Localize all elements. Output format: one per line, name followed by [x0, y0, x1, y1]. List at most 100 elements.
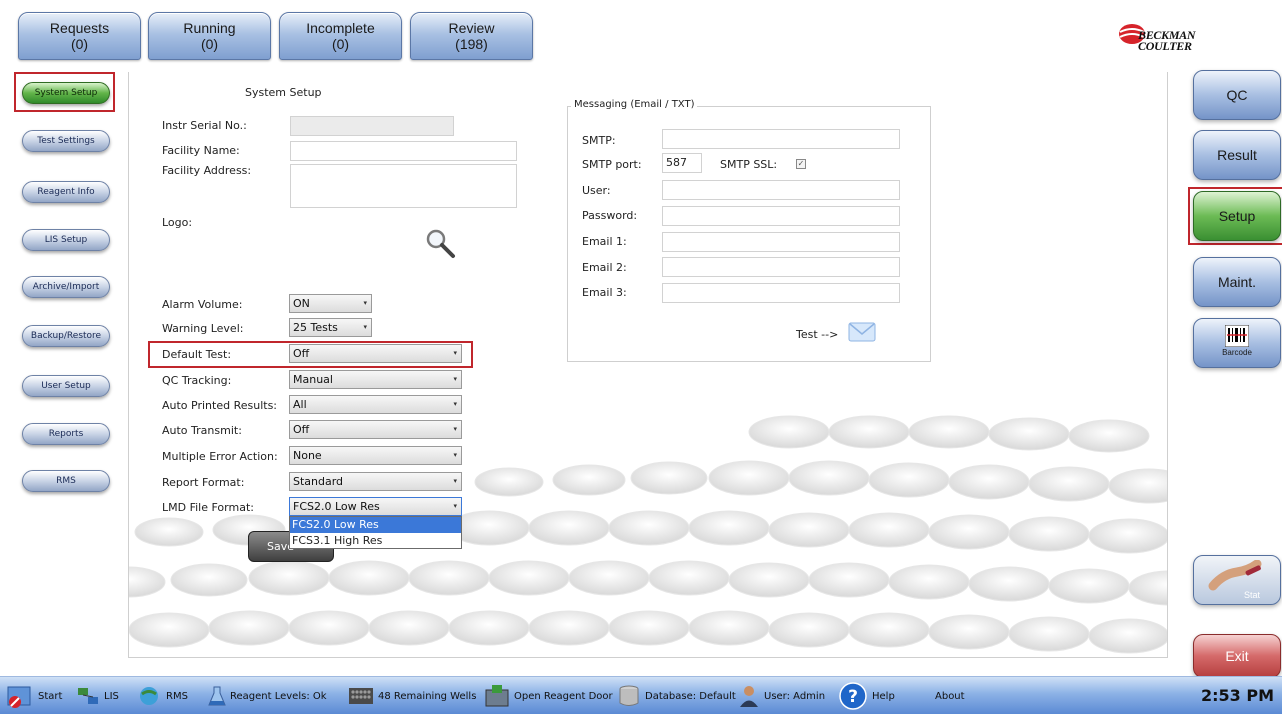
- maint-button[interactable]: Maint.: [1193, 257, 1281, 307]
- lmd-option-fcs31[interactable]: FCS3.1 High Res: [290, 533, 461, 549]
- rms-button[interactable]: RMS: [138, 677, 188, 714]
- send-email-icon[interactable]: [848, 321, 876, 343]
- default-test-select[interactable]: Off ▾: [289, 344, 462, 363]
- smtp-ssl-checkbox[interactable]: ✓: [796, 159, 806, 169]
- chevron-down-icon: ▾: [453, 451, 457, 459]
- auto-transmit-select[interactable]: Off ▾: [289, 420, 462, 439]
- facility-name-input[interactable]: [290, 141, 517, 161]
- remaining-wells-status[interactable]: 48 Remaining Wells: [348, 677, 476, 714]
- user-label: User:: [582, 184, 611, 197]
- start-button[interactable]: Start: [6, 677, 62, 714]
- lmd-file-format-options: FCS2.0 Low Res FCS3.1 High Res: [289, 516, 462, 549]
- smtp-input[interactable]: [662, 129, 900, 149]
- nav-system-setup[interactable]: System Setup: [22, 82, 110, 104]
- tab-incomplete[interactable]: Incomplete (0): [279, 12, 402, 60]
- tab-review[interactable]: Review (198): [410, 12, 533, 60]
- tab-requests[interactable]: Requests (0): [18, 12, 141, 60]
- database-status[interactable]: Database: Default: [617, 677, 736, 714]
- select-value: All: [293, 398, 307, 411]
- start-icon: [7, 686, 31, 708]
- reagent-door-icon: [485, 685, 509, 707]
- logo-label: Logo:: [162, 216, 193, 229]
- magnifier-icon[interactable]: [424, 227, 456, 259]
- barcode-label: Barcode: [1222, 348, 1252, 357]
- lmd-file-format-label: LMD File Format:: [162, 501, 254, 514]
- qc-tracking-select[interactable]: Manual ▾: [289, 370, 462, 389]
- chevron-down-icon: ▾: [363, 299, 367, 307]
- select-value: FCS2.0 Low Res: [293, 500, 380, 513]
- clock: 2:53 PM: [1200, 686, 1274, 705]
- nav-reports[interactable]: Reports: [22, 423, 110, 445]
- chevron-down-icon: ▾: [453, 400, 457, 408]
- password-input[interactable]: [662, 206, 900, 226]
- select-value: Manual: [293, 373, 333, 386]
- help-button[interactable]: ? Help: [838, 677, 895, 714]
- globe-icon: [140, 687, 158, 705]
- taskbar: Start LIS RMS Reagent Levels: Ok 48 Rema…: [0, 676, 1282, 714]
- remaining-wells-label: 48 Remaining Wells: [378, 690, 477, 702]
- nav-lis-setup[interactable]: LIS Setup: [22, 229, 110, 251]
- nav-backup-restore[interactable]: Backup/Restore: [22, 325, 110, 347]
- qc-tracking-label: QC Tracking:: [162, 374, 232, 387]
- facility-address-label: Facility Address:: [162, 164, 252, 177]
- svg-text:?: ?: [848, 687, 858, 707]
- report-format-select[interactable]: Standard ▾: [289, 472, 462, 491]
- auto-printed-results-select[interactable]: All ▾: [289, 395, 462, 414]
- nav-reagent-info[interactable]: Reagent Info: [22, 181, 110, 203]
- lis-button[interactable]: LIS: [76, 677, 119, 714]
- setup-button[interactable]: Setup: [1193, 191, 1281, 241]
- select-value: Standard: [293, 475, 344, 488]
- about-button[interactable]: About: [935, 677, 965, 714]
- nav-rms[interactable]: RMS: [22, 470, 110, 492]
- tab-label: Requests: [49, 20, 110, 36]
- lis-label: LIS: [104, 690, 119, 702]
- result-button[interactable]: Result: [1193, 130, 1281, 180]
- user-label: User: Admin: [764, 690, 826, 702]
- nav-archive-import[interactable]: Archive/Import: [22, 276, 110, 298]
- stat-hand-icon: [1208, 559, 1262, 591]
- serial-field: [290, 116, 454, 136]
- email-2-input[interactable]: [662, 257, 900, 277]
- open-reagent-door-button[interactable]: Open Reagent Door: [484, 677, 613, 714]
- smtp-port-label: SMTP port:: [582, 158, 642, 171]
- chevron-down-icon: ▾: [453, 349, 457, 357]
- user-input[interactable]: [662, 180, 900, 200]
- chevron-down-icon: ▾: [453, 477, 457, 485]
- chevron-down-icon: ▾: [453, 425, 457, 433]
- qc-button[interactable]: QC: [1193, 70, 1281, 120]
- exit-button[interactable]: Exit: [1193, 634, 1281, 678]
- reagent-levels-label: Reagent Levels: Ok: [230, 690, 327, 702]
- background-pattern: [129, 415, 1167, 654]
- warning-level-label: Warning Level:: [162, 322, 244, 335]
- email-1-label: Email 1:: [582, 235, 627, 248]
- facility-address-input[interactable]: [290, 164, 517, 208]
- chevron-down-icon: ▾: [453, 375, 457, 383]
- smtp-port-input[interactable]: 587: [662, 153, 702, 173]
- lmd-file-format-select[interactable]: FCS2.0 Low Res ▾: [289, 497, 462, 516]
- alarm-volume-select[interactable]: ON ▾: [289, 294, 372, 313]
- stat-button[interactable]: Stat: [1193, 555, 1281, 605]
- well-plate-icon: [349, 688, 373, 704]
- barcode-button[interactable]: Barcode: [1193, 318, 1281, 368]
- nav-test-settings[interactable]: Test Settings: [22, 130, 110, 152]
- email-1-input[interactable]: [662, 232, 900, 252]
- tab-count: (0): [70, 36, 89, 52]
- network-icon: [78, 688, 98, 704]
- multiple-error-action-select[interactable]: None ▾: [289, 446, 462, 465]
- database-icon: [619, 685, 639, 706]
- warning-level-select[interactable]: 25 Tests ▾: [289, 318, 372, 337]
- rms-label: RMS: [166, 690, 188, 702]
- logo-line-2: COULTER: [1138, 39, 1192, 53]
- reagent-levels-status[interactable]: Reagent Levels: Ok: [208, 677, 327, 714]
- user-icon: [740, 686, 758, 707]
- email-3-input[interactable]: [662, 283, 900, 303]
- lmd-option-fcs20[interactable]: FCS2.0 Low Res: [290, 517, 461, 533]
- user-status[interactable]: User: Admin: [738, 677, 825, 714]
- tab-running[interactable]: Running (0): [148, 12, 271, 60]
- multiple-error-action-label: Multiple Error Action:: [162, 450, 278, 463]
- nav-user-setup[interactable]: User Setup: [22, 375, 110, 397]
- auto-transmit-label: Auto Transmit:: [162, 424, 242, 437]
- barcode-icon: [1224, 324, 1250, 348]
- tab-count: (0): [331, 36, 350, 52]
- select-value: 25 Tests: [293, 321, 338, 334]
